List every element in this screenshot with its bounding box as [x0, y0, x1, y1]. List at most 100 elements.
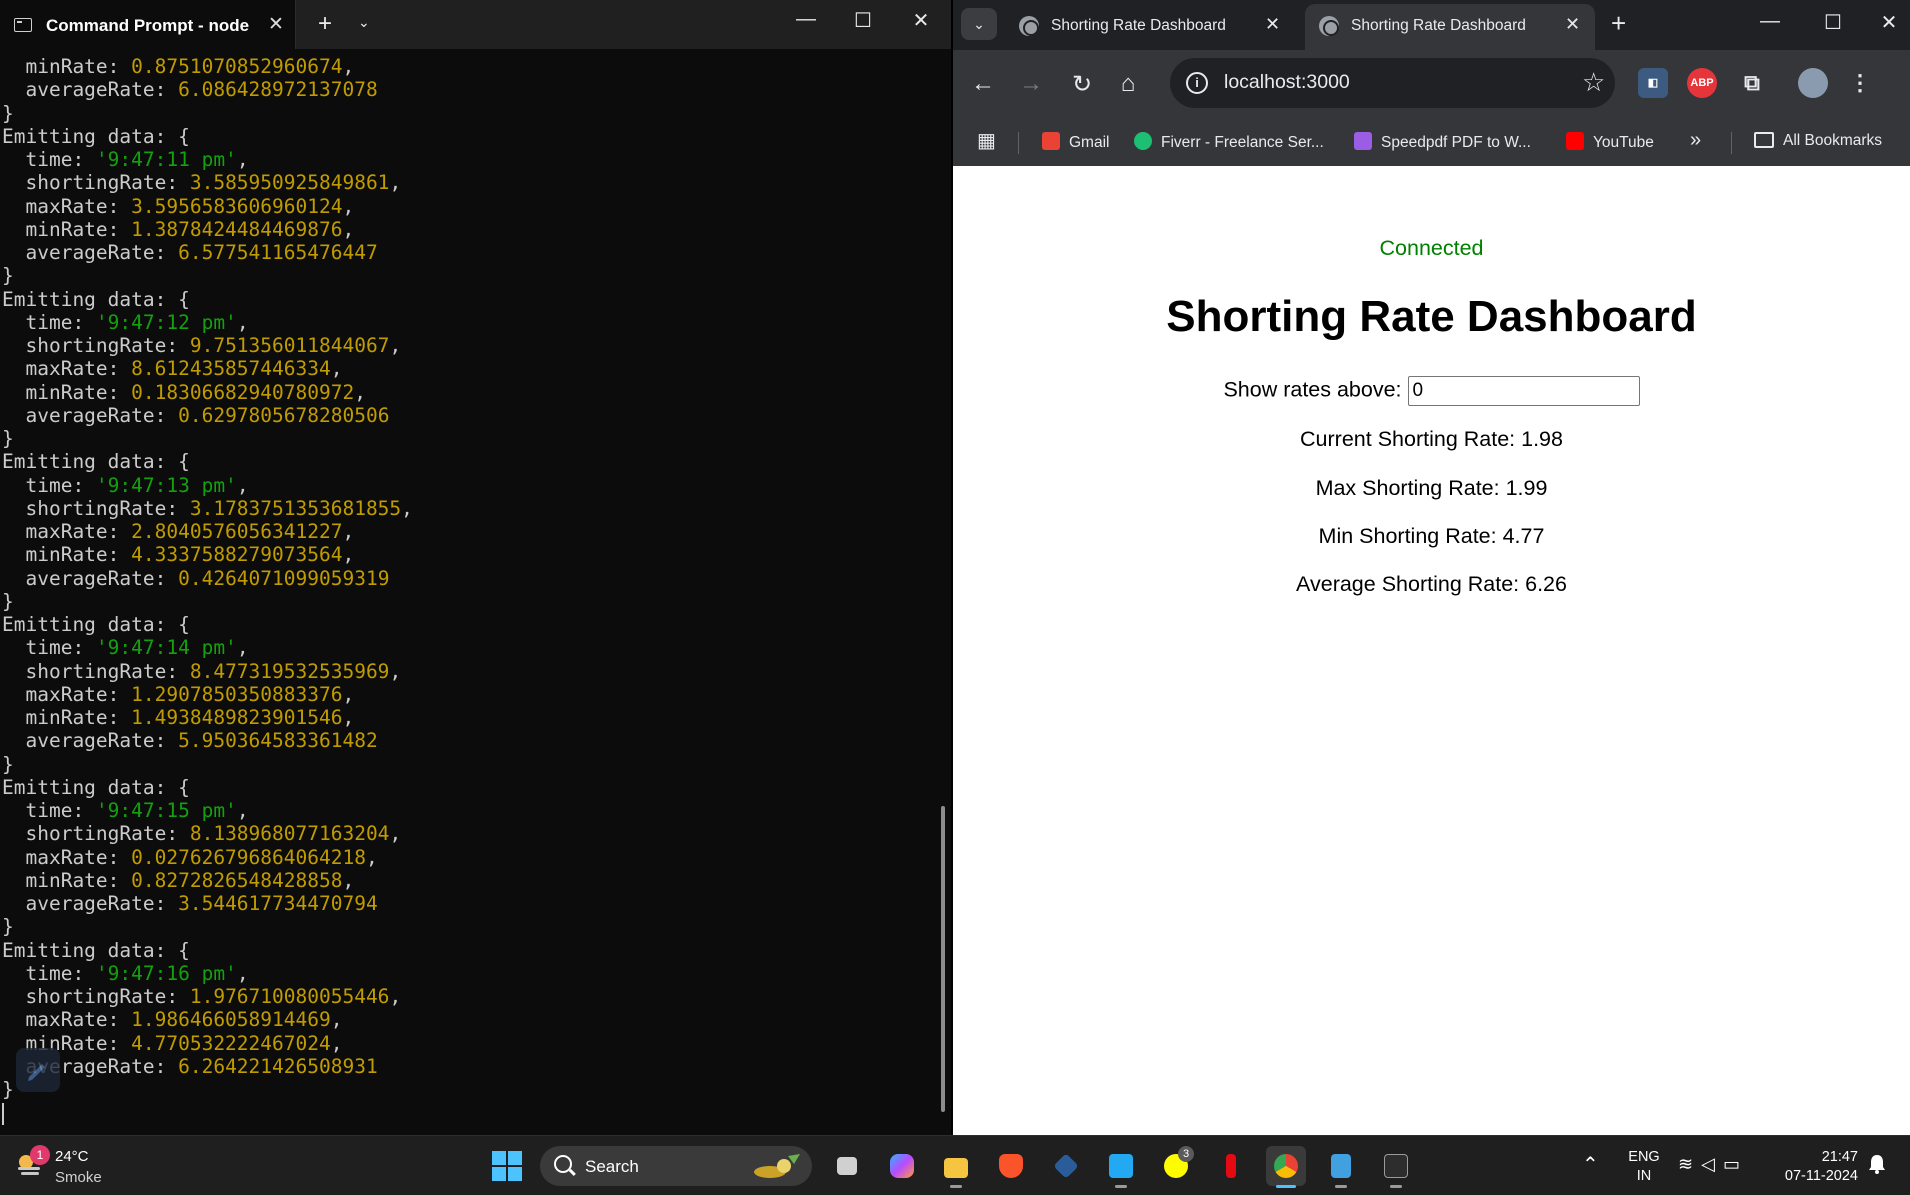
more-bookmarks-icon[interactable]: » — [1690, 129, 1701, 152]
maximize-icon[interactable]: ☐ — [1813, 10, 1853, 35]
rate-filter: Show rates above: — [953, 376, 1910, 406]
terminal-line: time: '9:47:16 pm', — [2, 961, 249, 985]
terminal-line: Emitting data: { — [2, 613, 190, 636]
bookmark-youtube[interactable]: YouTube — [1566, 132, 1654, 152]
vscode-icon[interactable] — [1101, 1146, 1141, 1188]
terminal-line: minRate: 1.4938489823901546, — [2, 706, 355, 729]
terminal-window[interactable]: Command Prompt - node ✕ + ⌄ — ☐ ✕ minRat… — [0, 0, 951, 1135]
all-bookmarks[interactable]: All Bookmarks — [1754, 132, 1882, 150]
snapchat-icon[interactable]: 3 — [1156, 1146, 1196, 1186]
search-highlight-icon — [754, 1154, 800, 1178]
brave-icon[interactable] — [991, 1146, 1031, 1186]
taskbar-search[interactable]: Search — [540, 1146, 812, 1186]
copilot-icon[interactable] — [882, 1146, 922, 1186]
windows-start-icon[interactable] — [492, 1151, 522, 1181]
site-info-icon[interactable]: i — [1186, 72, 1208, 94]
terminal-line: time: '9:47:13 pm', — [2, 473, 249, 497]
new-tab-icon[interactable]: + — [318, 10, 332, 38]
terminal-line: minRate: 4.770532222467024, — [2, 1031, 343, 1055]
reload-icon[interactable]: ↻ — [1065, 70, 1099, 99]
volume-icon[interactable]: ◁ — [1701, 1154, 1723, 1174]
bookmark-fiverr[interactable]: Fiverr - Freelance Ser... — [1134, 132, 1324, 152]
terminal-line: Emitting data: { — [2, 775, 190, 799]
notepad-icon[interactable] — [1321, 1146, 1361, 1188]
weather-condition: Smoke — [55, 1169, 102, 1186]
browser-tab[interactable]: Shorting Rate Dashboard ✕ — [1005, 4, 1295, 50]
menu-icon[interactable]: ⋮ — [1845, 68, 1875, 98]
bookmark-label: All Bookmarks — [1783, 132, 1883, 149]
terminal-line: minRate: 0.18306682940780972, — [2, 380, 366, 404]
file-explorer-icon[interactable] — [936, 1146, 976, 1188]
address-bar[interactable]: i localhost:3000 ☆ — [1170, 58, 1615, 108]
notification-bell-icon[interactable] — [1868, 1154, 1886, 1174]
bookmark-speedpdf[interactable]: Speedpdf PDF to W... — [1354, 132, 1531, 152]
url-text[interactable]: localhost:3000 — [1224, 71, 1350, 94]
maximize-icon[interactable]: ☐ — [843, 8, 883, 33]
language-code: ENG — [1628, 1149, 1660, 1165]
terminal-titlebar: Command Prompt - node ✕ + ⌄ — ☐ ✕ — [0, 0, 951, 49]
close-tab-icon[interactable]: ✕ — [1265, 14, 1280, 35]
back-icon[interactable]: ← — [966, 70, 1000, 98]
close-tab-icon[interactable]: ✕ — [1565, 14, 1580, 35]
notification-badge: 3 — [1178, 1146, 1194, 1162]
cast-icon[interactable]: ◧ — [1638, 68, 1668, 98]
pen-icon[interactable] — [16, 1048, 60, 1092]
terminal-line: averageRate: 6.086428972137078 — [2, 78, 378, 102]
netflix-icon[interactable] — [1211, 1146, 1251, 1186]
terminal-line: Emitting data: { — [2, 450, 190, 474]
bookmark-separator — [1731, 132, 1732, 154]
terminal-line: time: '9:47:11 pm', — [2, 148, 249, 171]
forward-icon[interactable]: → — [1014, 70, 1048, 98]
new-tab-icon[interactable]: + — [1611, 8, 1626, 39]
browser-window[interactable]: ⌄ Shorting Rate Dashboard ✕ Shorting Rat… — [953, 0, 1910, 1135]
home-icon[interactable]: ⌂ — [1111, 70, 1145, 98]
chevron-down-icon[interactable]: ⌄ — [358, 14, 370, 31]
close-window-icon[interactable]: ✕ — [1869, 10, 1909, 35]
bookmark-star-icon[interactable]: ☆ — [1582, 67, 1605, 98]
filter-input[interactable] — [1407, 376, 1640, 406]
terminal-line: shortingRate: 1.976710080055446, — [2, 985, 402, 1008]
terminal-line: } — [2, 1078, 14, 1101]
profile-avatar[interactable] — [1798, 68, 1828, 98]
close-tab-icon[interactable]: ✕ — [268, 13, 284, 36]
adblock-icon[interactable]: ABP — [1687, 68, 1717, 98]
extensions-icon[interactable]: ⧉ — [1737, 68, 1767, 98]
minimize-icon[interactable]: — — [1750, 10, 1790, 33]
terminal-line: Emitting data: { — [2, 938, 190, 962]
terminal-tab[interactable]: Command Prompt - node ✕ — [0, 0, 296, 49]
chrome-icon[interactable] — [1266, 1146, 1306, 1188]
terminal-app-icon[interactable] — [1376, 1146, 1416, 1188]
terminal-line: minRate: 1.3878424484469876, — [2, 217, 355, 241]
browser-tab-active[interactable]: Shorting Rate Dashboard ✕ — [1305, 4, 1595, 50]
apps-grid-icon[interactable]: ▦ — [977, 128, 996, 153]
terminal-output[interactable]: minRate: 0.8751070852960674, averageRate… — [0, 49, 940, 1135]
bookmark-separator — [1018, 132, 1019, 154]
terminal-line: } — [2, 589, 14, 613]
clock[interactable]: 21:47 07-11-2024 — [1772, 1148, 1858, 1186]
battery-icon[interactable]: ▭ — [1723, 1154, 1748, 1174]
language-indicator[interactable]: ENG IN — [1626, 1148, 1662, 1186]
average-rate: Average Shorting Rate: 6.26 — [1296, 572, 1567, 596]
folder-icon — [1754, 132, 1774, 148]
minimize-icon[interactable]: — — [786, 8, 826, 31]
clock-date: 07-11-2024 — [1784, 1168, 1858, 1184]
terminal-line: averageRate: 6.264221426508931 — [2, 1054, 378, 1078]
wifi-icon[interactable]: ≋ — [1678, 1154, 1701, 1174]
terminal-line: maxRate: 1.2907850350883376, — [2, 682, 355, 706]
virtualbox-icon[interactable] — [1046, 1146, 1086, 1186]
terminal-line: shortingRate: 3.585950925849861, — [2, 171, 402, 195]
close-window-icon[interactable]: ✕ — [901, 8, 941, 33]
terminal-line: time: '9:47:14 pm', — [2, 636, 249, 660]
terminal-line: minRate: 0.8751070852960674, — [2, 55, 355, 78]
terminal-line: maxRate: 3.5956583606960124, — [2, 194, 355, 218]
globe-icon — [1319, 16, 1339, 36]
task-view-icon[interactable] — [827, 1146, 867, 1186]
system-tray-icons[interactable]: ≋◁▭ — [1678, 1154, 1748, 1175]
terminal-line: shortingRate: 8.138968077163204, — [2, 822, 402, 846]
terminal-line: } — [2, 427, 14, 450]
terminal-scrollbar[interactable] — [941, 806, 945, 1112]
terminal-line: } — [2, 264, 14, 288]
bookmark-gmail[interactable]: Gmail — [1042, 132, 1109, 152]
chevron-up-icon[interactable]: ⌃ — [1582, 1152, 1599, 1177]
tab-search-icon[interactable]: ⌄ — [961, 8, 997, 40]
